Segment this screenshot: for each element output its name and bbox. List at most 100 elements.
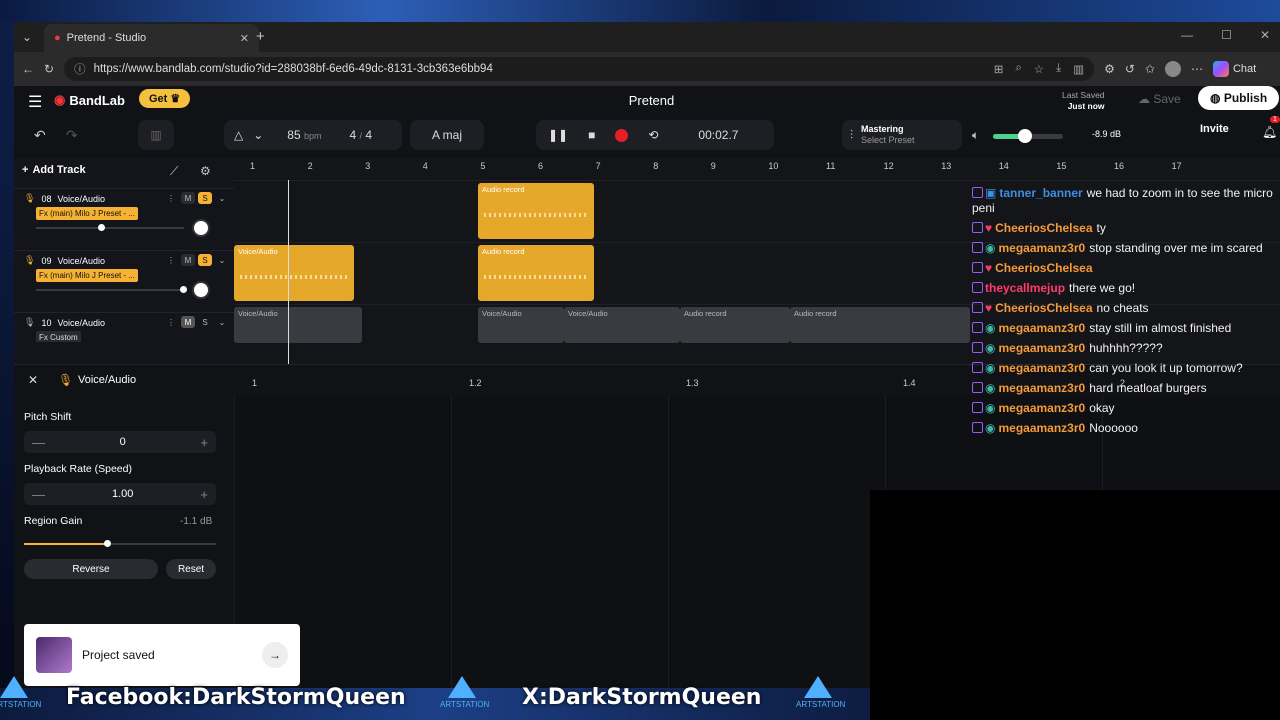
invite-button[interactable]: Invite	[1200, 123, 1229, 135]
track-row[interactable]: 🎙︎ 08 Voice/Audio ⋮ M S ⌄ Fx (main) Milo J Pr…	[14, 188, 234, 250]
stop-icon[interactable]: ■	[588, 128, 595, 142]
chevron-down-icon[interactable]: ⌄	[215, 192, 229, 204]
pan-knob[interactable]	[192, 219, 210, 237]
audio-region[interactable]: Voice/Audio	[234, 245, 354, 301]
audio-region[interactable]: Audio record	[478, 245, 594, 301]
audio-region[interactable]: Audio record	[790, 307, 970, 343]
pause-icon[interactable]: ❚❚	[548, 128, 568, 142]
close-editor-icon[interactable]: ✕	[28, 373, 38, 387]
browser-tab[interactable]: ● Pretend - Studio ✕	[44, 24, 259, 52]
arrow-right-icon[interactable]: →	[262, 642, 288, 668]
mastering-button[interactable]: ⫶ Mastering Select Preset	[842, 120, 962, 150]
mute-button[interactable]: M	[181, 192, 195, 204]
project-title[interactable]: Pretend	[594, 93, 709, 108]
region-gain-label: Region Gain	[24, 515, 83, 527]
reload-icon[interactable]: ↻	[44, 62, 54, 76]
audio-region[interactable]: Audio record	[478, 183, 594, 239]
timeline-ruler[interactable]: 1 2 3 4 5 6 7 8 9 10 11 12 13 14 15 16 17	[234, 158, 1280, 176]
bpm-value[interactable]: 85 bpm	[287, 128, 321, 142]
chat-text: stay still im almost finished	[1089, 321, 1232, 335]
solo-button[interactable]: S	[198, 316, 212, 328]
more-icon[interactable]: ⋮	[164, 254, 178, 266]
speaker-icon[interactable]: 🔈︎	[972, 128, 979, 143]
fx-tag[interactable]: Fx Custom	[36, 331, 81, 342]
app-icon[interactable]: ⊞	[994, 62, 1004, 76]
key-selector[interactable]: A maj	[410, 120, 484, 150]
url-field[interactable]: ⓘ https://www.bandlab.com/studio?id=2880…	[64, 57, 1095, 81]
profile-avatar[interactable]	[1164, 61, 1181, 77]
back-icon[interactable]: ←	[22, 62, 34, 76]
reverse-button[interactable]: Reverse	[24, 559, 158, 579]
reset-button[interactable]: Reset	[166, 559, 216, 579]
publish-button[interactable]: ◍ Publish	[1198, 86, 1280, 110]
track-volume-knob[interactable]	[98, 224, 105, 231]
redo-icon[interactable]: ↷	[66, 127, 78, 144]
site-info-icon[interactable]: ⓘ	[74, 61, 86, 77]
master-volume-knob[interactable]	[1017, 129, 1032, 143]
more-icon[interactable]: ⋮	[164, 192, 178, 204]
undo-icon[interactable]: ↶	[34, 127, 46, 144]
extensions-icon[interactable]: ⚙	[1104, 62, 1115, 76]
audio-region[interactable]: Voice/Audio	[234, 307, 362, 343]
solo-button[interactable]: S	[198, 192, 212, 204]
playback-rate-stepper[interactable]: — 1.00 +	[24, 483, 216, 505]
tab-list-icon[interactable]: ⌄	[22, 30, 32, 44]
new-tab-icon[interactable]: +	[256, 28, 265, 45]
get-button[interactable]: Get ♛	[139, 89, 191, 108]
minimize-icon[interactable]: —	[1181, 28, 1193, 42]
chevron-down-icon[interactable]: ⌄	[215, 254, 229, 266]
track-volume-slider[interactable]	[36, 224, 184, 231]
add-track-button[interactable]: + Add Track	[22, 164, 86, 176]
zoom-icon[interactable]: ⌕	[1015, 62, 1021, 76]
track-volume-knob[interactable]	[180, 286, 187, 293]
more-icon[interactable]: ⋮	[164, 316, 178, 328]
metronome-dropdown-icon[interactable]: ⌄	[253, 128, 263, 142]
increment-icon[interactable]: +	[200, 435, 208, 450]
wand-icon[interactable]: ⟋	[170, 164, 178, 179]
menu-icon[interactable]: ☰	[28, 92, 42, 112]
bandlab-logo[interactable]: ◉ BandLab	[54, 92, 125, 108]
refresh-extension-icon[interactable]: ↺	[1125, 62, 1135, 76]
decrement-icon[interactable]: —	[32, 435, 45, 450]
track-settings-icon[interactable]: ⚙	[200, 164, 211, 178]
stream-overlay-panel	[870, 490, 1280, 720]
solo-button[interactable]: S	[198, 254, 212, 266]
mastering-icon: ⫶	[850, 127, 854, 142]
copilot-button[interactable]: Chat	[1212, 61, 1256, 77]
metronome-icon[interactable]: △	[234, 128, 243, 142]
collections-icon[interactable]: ▥	[1073, 62, 1084, 76]
close-tab-icon[interactable]: ✕	[240, 32, 249, 45]
audio-region[interactable]: Voice/Audio	[478, 307, 564, 343]
time-signature[interactable]: 4 / 4	[350, 128, 373, 142]
download-icon[interactable]: ⤓	[1056, 62, 1061, 76]
more-icon[interactable]: ⋯	[1191, 62, 1203, 76]
bell-icon[interactable]: 🔔︎	[1262, 125, 1277, 139]
master-volume-slider[interactable]	[993, 129, 1063, 143]
track-row[interactable]: 🎙︎ 09 Voice/Audio ⋮ M S ⌄ Fx (main) Milo J Pr…	[14, 250, 234, 312]
favorite-icon[interactable]: ☆	[1034, 62, 1044, 76]
track-row[interactable]: 🎙︎ 10 Voice/Audio ⋮ M S ⌄ Fx Custom	[14, 312, 234, 342]
project-saved-toast[interactable]: Project saved →	[24, 624, 300, 686]
fx-tag[interactable]: Fx (main) Milo J Preset - ...	[36, 269, 139, 282]
audio-region[interactable]: Audio record	[680, 307, 790, 343]
chevron-down-icon[interactable]: ⌄	[215, 316, 229, 328]
region-gain-slider[interactable]	[24, 540, 216, 547]
increment-icon[interactable]: +	[200, 487, 208, 502]
decrement-icon[interactable]: —	[32, 487, 45, 502]
track-volume-slider[interactable]	[36, 286, 187, 293]
mute-button[interactable]: M	[181, 316, 195, 328]
playhead[interactable]	[288, 180, 289, 364]
mixer-icon[interactable]: ▥	[138, 120, 174, 150]
save-button[interactable]: ☁ Save	[1130, 88, 1189, 110]
maximize-icon[interactable]: ☐	[1221, 28, 1232, 42]
fx-tag[interactable]: Fx (main) Milo J Preset - ...	[36, 207, 139, 220]
region-gain-knob[interactable]	[103, 540, 111, 547]
loop-icon[interactable]: ⟲	[648, 128, 658, 142]
audio-region[interactable]: Voice/Audio	[564, 307, 680, 343]
pan-knob[interactable]	[192, 281, 210, 299]
pitch-shift-stepper[interactable]: — 0 +	[24, 431, 216, 453]
mute-button[interactable]: M	[181, 254, 195, 266]
record-icon[interactable]	[615, 128, 629, 142]
favorites-bar-icon[interactable]: ✩	[1145, 62, 1155, 76]
close-window-icon[interactable]: ✕	[1260, 28, 1270, 42]
